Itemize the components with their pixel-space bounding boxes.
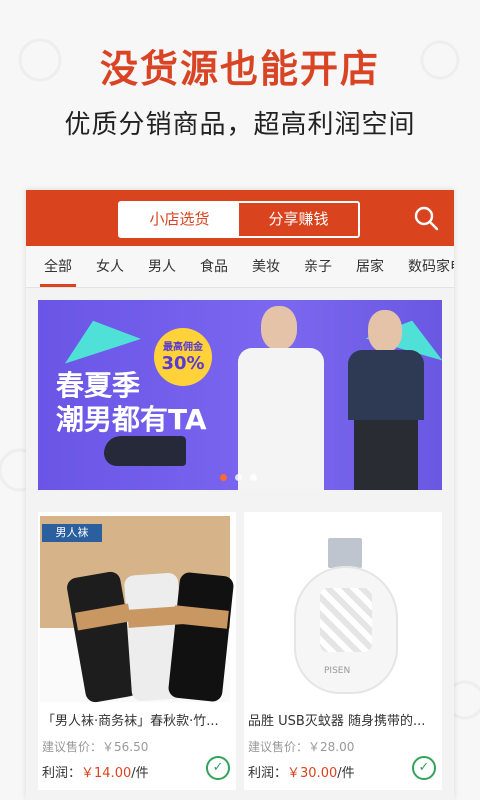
model-image-right xyxy=(338,300,434,490)
suggested-price: 建议售价：￥56.50 xyxy=(42,738,148,755)
category-beauty[interactable]: 美妆 xyxy=(240,246,292,287)
suggested-price-value: ￥56.50 xyxy=(102,740,149,754)
profit-unit: /件 xyxy=(337,766,355,781)
badge-label: 最高佣金 xyxy=(163,342,203,353)
product-title: 「男人袜·商务袜」春秋款·竹... xyxy=(42,714,219,729)
promo-header: 没货源也能开店 优质分销商品，超高利润空间 xyxy=(0,0,480,190)
commission-badge: 最高佣金 30% xyxy=(154,328,212,386)
decorative-triangle xyxy=(55,308,141,364)
profit-label: 利润： xyxy=(42,766,82,781)
promo-subtitle: 优质分销商品，超高利润空间 xyxy=(64,110,416,140)
suggested-price: 建议售价：￥28.00 xyxy=(248,738,354,755)
product-card[interactable]: 男人袜 「男人袜·商务袜」春秋款·竹... 建议售价：￥56.50 利润：￥14… xyxy=(38,512,236,790)
check-icon[interactable]: ✓ xyxy=(412,756,436,780)
model-image-left xyxy=(228,300,338,490)
badge-value: 30% xyxy=(161,353,205,374)
category-home[interactable]: 居家 xyxy=(344,246,396,287)
category-kids[interactable]: 亲子 xyxy=(292,246,344,287)
promo-title: 没货源也能开店 xyxy=(99,47,380,91)
search-icon[interactable] xyxy=(412,204,440,232)
app-screen: 小店选货 分享赚钱 全部 女人 男人 食品 美妆 亲子 居家 数码家电 最高佣金… xyxy=(26,190,454,800)
product-image-tag: 男人袜 xyxy=(42,524,102,542)
check-icon[interactable]: ✓ xyxy=(206,756,230,780)
profit-label: 利润： xyxy=(248,766,288,781)
product-grid: 男人袜 「男人袜·商务袜」春秋款·竹... 建议售价：￥56.50 利润：￥14… xyxy=(38,512,442,790)
category-women[interactable]: 女人 xyxy=(84,246,136,287)
promo-banner[interactable]: 最高佣金 30% 春夏季 潮男都有TA xyxy=(38,300,442,490)
top-bar: 小店选货 分享赚钱 xyxy=(26,190,454,246)
suggested-price-label: 建议售价： xyxy=(248,740,309,754)
category-food[interactable]: 食品 xyxy=(188,246,240,287)
category-digital[interactable]: 数码家电 xyxy=(396,246,454,287)
product-image: PISEN xyxy=(246,516,436,702)
product-image: 男人袜 xyxy=(40,516,235,704)
category-bar: 全部 女人 男人 食品 美妆 亲子 居家 数码家电 xyxy=(26,246,454,288)
profit: 利润：￥30.00/件 xyxy=(248,762,355,781)
profit: 利润：￥14.00/件 xyxy=(42,762,149,781)
product-card[interactable]: PISEN 品胜 USB灭蚊器 随身携带的... 建议售价：￥28.00 利润：… xyxy=(244,512,442,790)
product-title: 品胜 USB灭蚊器 随身携带的... xyxy=(248,714,426,729)
carousel-dots xyxy=(220,474,257,481)
category-all[interactable]: 全部 xyxy=(32,246,84,287)
profit-unit: /件 xyxy=(131,766,149,781)
tab-share-earn[interactable]: 分享赚钱 xyxy=(239,203,358,236)
carousel-dot[interactable] xyxy=(235,474,242,481)
product-image-brand: PISEN xyxy=(324,666,351,676)
carousel-dot[interactable] xyxy=(220,474,227,481)
suggested-price-value: ￥28.00 xyxy=(308,740,355,754)
banner-subtitle: 潮男都有TA xyxy=(56,403,207,436)
profit-value: ￥30.00 xyxy=(287,766,338,781)
tab-store-picks[interactable]: 小店选货 xyxy=(120,203,239,236)
category-men[interactable]: 男人 xyxy=(136,246,188,287)
profit-value: ￥14.00 xyxy=(81,766,132,781)
suggested-price-label: 建议售价： xyxy=(42,740,103,754)
carousel-dot[interactable] xyxy=(250,474,257,481)
shoe-image xyxy=(104,436,186,466)
segmented-control: 小店选货 分享赚钱 xyxy=(118,201,360,238)
